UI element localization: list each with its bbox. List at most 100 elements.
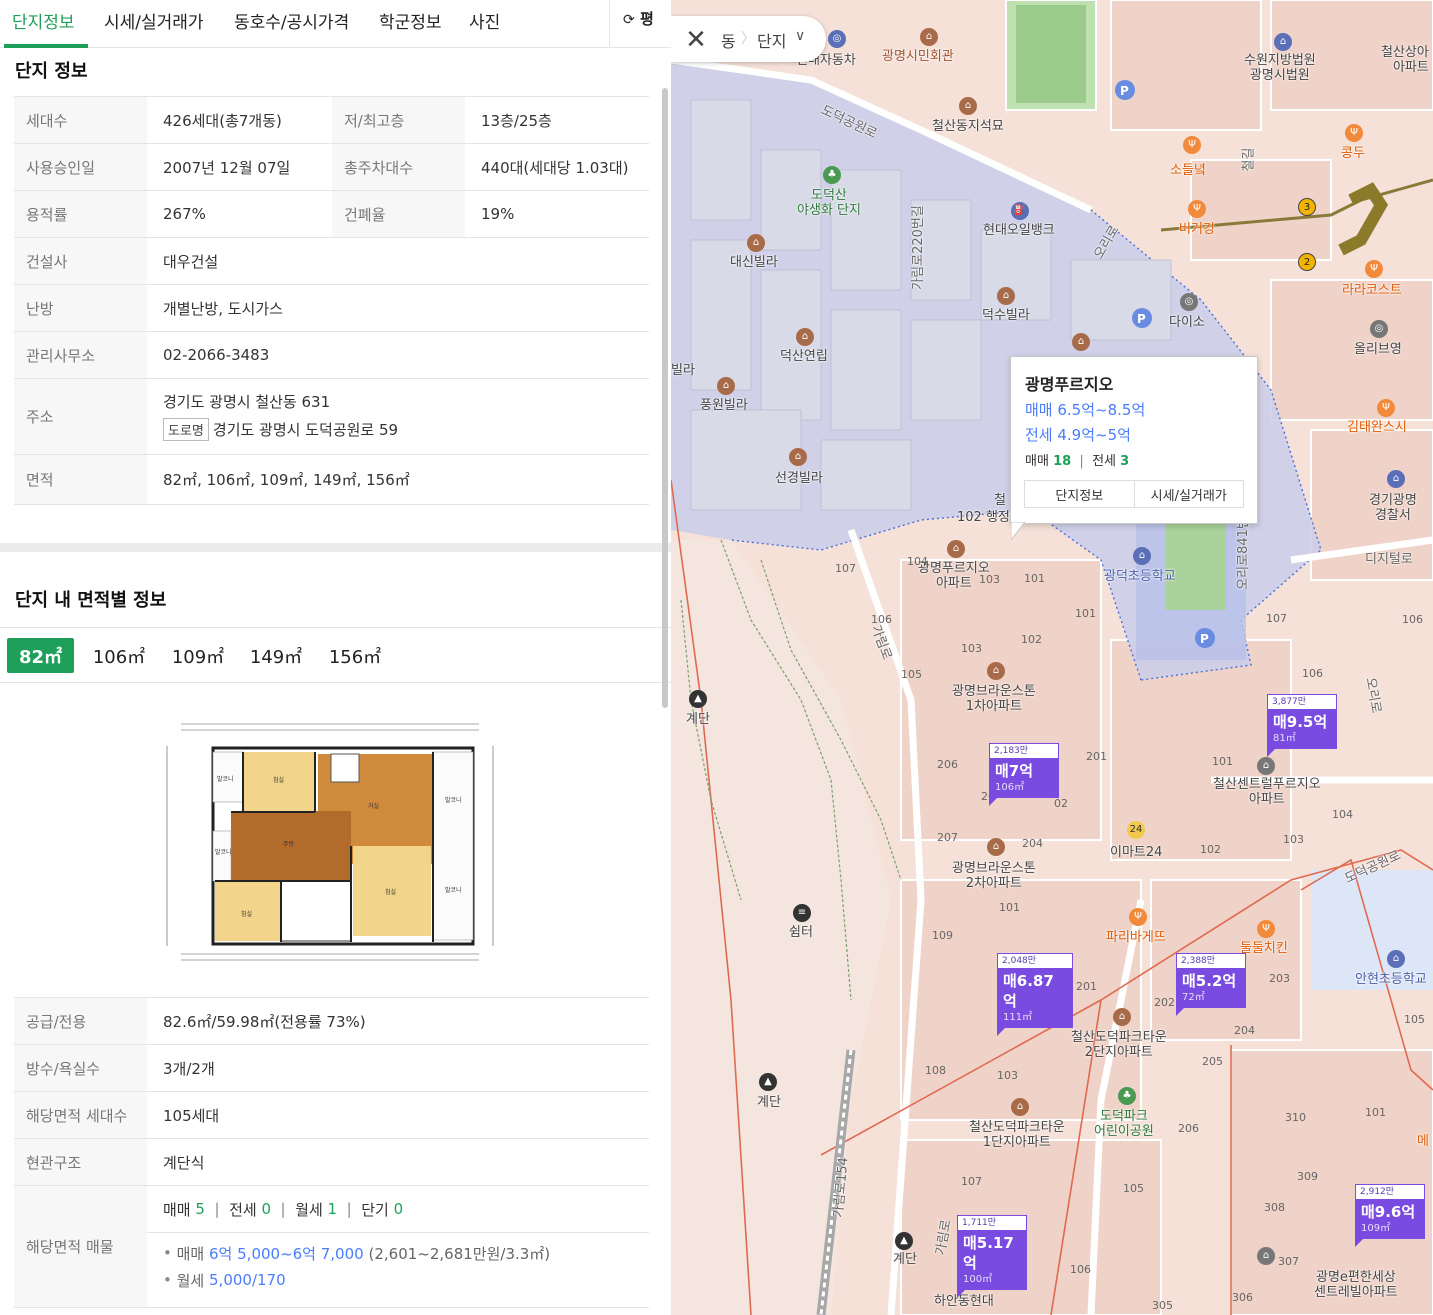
tab-unit-price[interactable]: 동호수/공시가격 — [234, 8, 349, 33]
area-tab-106[interactable]: 106㎡ — [88, 638, 150, 673]
poi-label[interactable]: 계단 — [757, 1095, 781, 1110]
poi-label[interactable]: 광명브라운스톤 1차아파트 — [952, 684, 1036, 714]
bakery-icon[interactable]: Ψ — [1129, 908, 1147, 926]
poi-label[interactable]: 수원지방법원 광명시법원 — [1244, 53, 1316, 83]
court-icon[interactable]: ⌂ — [1274, 33, 1292, 51]
poi-label[interactable]: 콩두 — [1341, 146, 1365, 161]
poi-label[interactable]: 덕산연립 — [780, 349, 828, 364]
gas-station-icon[interactable]: ⛽ — [1011, 202, 1029, 220]
poi-label[interactable]: 철산동지석묘 — [932, 119, 1004, 134]
rest-area-icon[interactable]: ≡ — [793, 904, 811, 922]
listing-count[interactable]: 5 — [195, 1200, 205, 1218]
area-tab-109[interactable]: 109㎡ — [167, 638, 229, 673]
apartment-icon[interactable]: ⌂ — [1257, 757, 1275, 775]
panel-scrollbar[interactable] — [662, 88, 668, 708]
stairs-icon[interactable]: ▲ — [689, 690, 707, 708]
complex-popup[interactable]: 광명푸르지오 매매 6.5억~8.5억 전세 4.9억~5억 매매 18 | 전… — [1010, 356, 1258, 524]
shop-icon[interactable]: ◎ — [1370, 320, 1388, 338]
close-panel-button[interactable]: ✕ — [671, 18, 721, 62]
poi-label[interactable]: 도덕산 야생화 단지 — [797, 188, 861, 218]
apartment-icon[interactable]: ⌂ — [987, 662, 1005, 680]
building-icon[interactable]: ⌂ — [789, 448, 807, 466]
poi-label[interactable]: 파리바게뜨 — [1106, 930, 1166, 945]
map-view[interactable]: PPP 도덕공원로 가림로220번길 오리로 가림로 오리로841번길 오리로 … — [671, 0, 1433, 1315]
restaurant-icon[interactable]: Ψ — [1377, 399, 1395, 417]
poi-label[interactable]: 안현초등학교 — [1355, 972, 1427, 987]
stairs-icon[interactable]: ▲ — [895, 1232, 913, 1250]
building-icon[interactable]: ⌂ — [717, 377, 735, 395]
apartment-icon[interactable]: ⌂ — [1257, 1247, 1275, 1265]
monument-icon[interactable]: ⌂ — [959, 97, 977, 115]
poi-label[interactable]: 이마트24 — [1110, 845, 1162, 860]
building-icon[interactable]: ⌂ — [1072, 333, 1090, 351]
poi-label[interactable]: 올리브영 — [1354, 342, 1402, 357]
listing-count[interactable]: 0 — [394, 1200, 404, 1218]
restaurant-icon[interactable]: Ψ — [1365, 260, 1383, 278]
tab-complex-info[interactable]: 단지정보 — [12, 8, 75, 33]
restaurant-icon[interactable]: Ψ — [1183, 136, 1201, 154]
apartment-icon[interactable]: ⌂ — [1113, 1008, 1131, 1026]
poi-label[interactable]: 풍원빌라 — [700, 398, 748, 413]
apartment-icon[interactable]: ⌂ — [947, 540, 965, 558]
poi-label[interactable]: 광덕초등학교 — [1104, 569, 1176, 584]
car-dealer-icon[interactable]: ◎ — [828, 30, 846, 48]
poi-label[interactable]: 현대오일뱅크 — [983, 223, 1055, 238]
price-marker[interactable]: 3,877만 매9.5억 81㎡ — [1267, 694, 1337, 757]
poi-label[interactable]: 철산상아 아파트 — [1381, 45, 1429, 75]
apartment-icon[interactable]: ⌂ — [1011, 1098, 1029, 1116]
breadcrumb-current[interactable]: 단지 — [757, 28, 786, 52]
restaurant-icon[interactable]: Ψ — [1345, 124, 1363, 142]
listing-count[interactable]: 0 — [261, 1200, 271, 1218]
poi-label[interactable]: 라라코스트 — [1342, 283, 1402, 298]
poi-label[interactable]: 철산도덕파크타운 1단지아파트 — [969, 1120, 1065, 1150]
building-icon[interactable]: ⌂ — [747, 234, 765, 252]
office-phone[interactable]: 02-2066-3483 — [163, 332, 269, 378]
popup-price-button[interactable]: 시세/실거래가 — [1133, 481, 1244, 507]
area-tab-156[interactable]: 156㎡ — [324, 638, 386, 673]
poi-label[interactable]: 버거킹 — [1179, 222, 1215, 237]
building-icon[interactable]: ⌂ — [796, 328, 814, 346]
area-tab-82[interactable]: 82㎡ — [7, 638, 74, 673]
park-icon[interactable]: ♣ — [823, 166, 841, 184]
area-tab-149[interactable]: 149㎡ — [245, 638, 307, 673]
poi-label[interactable]: 빌라 — [671, 363, 695, 378]
price-marker[interactable]: 1,711만 매5.17억 100㎡ — [957, 1215, 1027, 1298]
poi-label[interactable]: 광명브라운스톤 2차아파트 — [952, 861, 1036, 891]
breadcrumb-prev[interactable]: 동 — [721, 28, 736, 52]
poi-label[interactable]: 둘둘치킨 — [1240, 941, 1288, 956]
poi-label[interactable]: 쉼터 — [789, 925, 813, 940]
tab-price[interactable]: 시세/실거래가 — [104, 8, 204, 33]
poi-label[interactable]: 철산센트럴푸르지오 아파트 — [1213, 777, 1321, 807]
poi-label[interactable]: 소들녘 — [1170, 163, 1206, 178]
poi-label[interactable]: 다이소 — [1169, 315, 1205, 330]
poi-label[interactable]: 김태완스시 — [1347, 420, 1407, 435]
poi-label[interactable]: 계단 — [893, 1252, 917, 1267]
police-icon[interactable]: ⌂ — [1387, 470, 1405, 488]
rent-price[interactable]: 5,000/170 — [209, 1271, 286, 1289]
building-icon[interactable]: ⌂ — [920, 28, 938, 46]
poi-label[interactable]: 계단 — [686, 712, 710, 727]
price-marker[interactable]: 2,388만 매5.2억 72㎡ — [1176, 953, 1246, 1016]
popup-complex-info-button[interactable]: 단지정보 — [1025, 481, 1134, 507]
tab-photo[interactable]: 사진 — [469, 8, 500, 33]
school-icon[interactable]: ⌂ — [1387, 950, 1405, 968]
popup-complex-name[interactable]: 광명푸르지오 — [1025, 371, 1113, 395]
poi-label[interactable]: 광명e편한세상 센트레빌아파트 — [1314, 1270, 1398, 1300]
listing-count[interactable]: 1 — [328, 1200, 338, 1218]
poi-label[interactable]: 광명시민회관 — [882, 49, 954, 64]
poi-label[interactable]: 철산도덕파크타운 2단지아파트 — [1071, 1030, 1167, 1060]
apartment-icon[interactable]: ⌂ — [987, 838, 1005, 856]
shop-icon[interactable]: ◎ — [1180, 293, 1198, 311]
poi-label[interactable]: 덕수빌라 — [982, 308, 1030, 323]
floor-plan-image[interactable]: 침실거실주방 침실침실발코니 발코니발코니발코니 — [163, 716, 497, 964]
chevron-down-icon[interactable]: ∨ — [795, 28, 805, 44]
restaurant-icon[interactable]: Ψ — [1257, 920, 1275, 938]
price-marker[interactable]: 2,912만 매9.6억 109㎡ — [1355, 1184, 1425, 1247]
price-marker[interactable]: 2,183만 매7억 106㎡ — [989, 743, 1059, 806]
park-icon[interactable]: ♣ — [1118, 1087, 1136, 1105]
unit-toggle-button[interactable]: ⟳ 평 — [623, 8, 654, 29]
building-icon[interactable]: ⌂ — [997, 287, 1015, 305]
tab-school[interactable]: 학군정보 — [379, 8, 442, 33]
poi-label[interactable]: 경기광명 경찰서 — [1369, 493, 1417, 523]
poi-label[interactable]: 대신빌라 — [730, 255, 778, 270]
